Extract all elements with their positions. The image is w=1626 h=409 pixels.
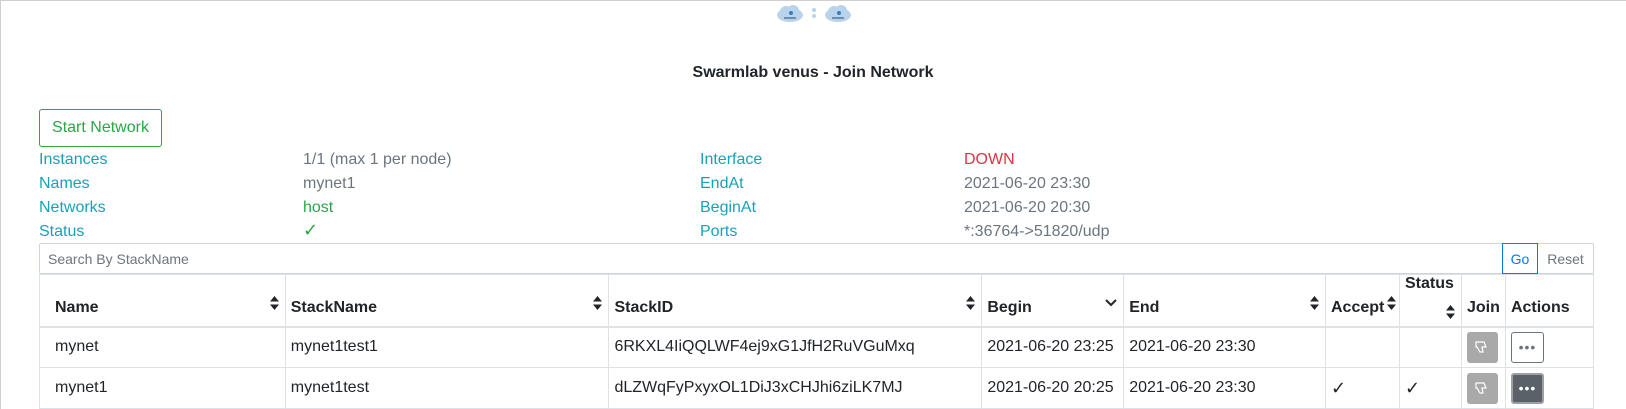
column-header-label: StackName (290, 298, 378, 316)
cell-accept: ✓ (1325, 367, 1400, 409)
info-value-ports: *:36764->51820/udp (964, 223, 1110, 240)
column-header-join: Join (1460, 274, 1506, 328)
column-header-stackname[interactable]: StackName (284, 274, 610, 328)
info-label-beginat: BeginAt (700, 199, 757, 216)
reset-button[interactable]: Reset (1538, 243, 1594, 274)
cell-end: 2021-06-20 23:30 (1123, 326, 1326, 368)
cell-actions: ••• (1504, 326, 1595, 368)
column-header-label: End (1129, 298, 1160, 316)
column-header-label: Status (1404, 275, 1454, 292)
column-header-accept[interactable]: Accept (1325, 274, 1400, 328)
table-header-row: Name StackName StackID Begin End Accept (39, 274, 1595, 328)
info-value-names: mynet1 (303, 175, 356, 192)
sort-icon (593, 296, 603, 310)
info-label-instances: Instances (39, 151, 108, 168)
cell-name: mynet1 (39, 367, 286, 409)
sort-icon (1386, 296, 1396, 310)
column-header-begin[interactable]: Begin (981, 274, 1125, 328)
cell-accept (1325, 326, 1400, 368)
go-button[interactable]: Go (1502, 243, 1538, 274)
link-dots-icon (812, 8, 816, 18)
sort-icon (966, 296, 976, 310)
cell-status: ✓ (1398, 367, 1462, 409)
column-header-status[interactable]: Status (1398, 274, 1462, 328)
search-input[interactable] (39, 243, 1502, 274)
table-row: mynet1 mynet1test dLZWqFyPxyxOL1DiJ3xCHJ… (39, 367, 1595, 409)
status-check-icon: ✓ (303, 220, 319, 240)
logo (775, 2, 853, 24)
cell-join (1460, 326, 1506, 368)
info-value-endat: 2021-06-20 23:30 (964, 175, 1091, 192)
stacks-table: Name StackName StackID Begin End Accept (39, 274, 1595, 409)
column-header-end[interactable]: End (1123, 274, 1326, 328)
cell-begin: 2021-06-20 20:25 (981, 367, 1125, 409)
info-label-ports: Ports (700, 223, 738, 240)
page-title: Swarmlab venus - Join Network (692, 64, 934, 81)
cell-actions: ••• (1504, 367, 1595, 409)
join-button[interactable] (1466, 331, 1498, 363)
cell-end: 2021-06-20 23:30 (1123, 367, 1326, 409)
column-header-label: Name (55, 298, 99, 316)
table-row: mynet mynet1test1 6RKXL4IiQQLWF4ej9xG1Jf… (39, 326, 1595, 368)
sort-icon (269, 296, 279, 310)
column-header-label: Join (1466, 298, 1500, 316)
column-header-stackid[interactable]: StackID (608, 274, 983, 328)
info-label-endat: EndAt (700, 175, 744, 192)
info-value-networks: host (303, 199, 334, 216)
cell-name: mynet (39, 326, 286, 368)
cell-begin: 2021-06-20 23:25 (981, 326, 1125, 368)
cell-status (1398, 326, 1462, 368)
column-header-label: Begin (987, 298, 1032, 316)
join-button[interactable] (1466, 372, 1498, 404)
cell-stackname: mynet1test1 (284, 326, 610, 368)
column-header-name[interactable]: Name (39, 274, 286, 328)
more-actions-button[interactable]: ••• (1510, 331, 1544, 363)
cloud-network-icon (777, 5, 803, 22)
column-header-label: Actions (1510, 298, 1570, 316)
chevron-down-icon (1105, 299, 1117, 307)
cell-stackid: dLZWqFyPxyxOL1DiJ3xCHJhi6ziLK7MJ (608, 367, 983, 409)
cell-stackid: 6RKXL4IiQQLWF4ej9xG1JfH2RuVGuMxq (608, 326, 983, 368)
info-value-instances: 1/1 (max 1 per node) (303, 151, 452, 168)
cell-join (1460, 367, 1506, 409)
cloud-network-icon (825, 5, 851, 22)
info-label-networks: Networks (39, 199, 106, 216)
info-value-beginat: 2021-06-20 20:30 (964, 199, 1091, 216)
thumbs-down-icon (1475, 382, 1488, 394)
info-label-status: Status (39, 223, 85, 240)
sort-icon (1310, 296, 1319, 310)
column-header-label: Accept (1331, 298, 1385, 316)
column-header-label: StackID (614, 298, 674, 316)
info-label-interface: Interface (700, 151, 763, 168)
search-bar: Go Reset (39, 243, 1594, 274)
info-value-interface: DOWN (964, 151, 1015, 168)
cell-stackname: mynet1test (284, 367, 610, 409)
column-header-actions: Actions (1504, 274, 1595, 328)
sort-icon (1445, 305, 1455, 319)
more-actions-button[interactable]: ••• (1510, 372, 1544, 404)
info-label-names: Names (39, 175, 90, 192)
start-network-button[interactable]: Start Network (39, 109, 162, 147)
thumbs-down-icon (1475, 341, 1488, 353)
